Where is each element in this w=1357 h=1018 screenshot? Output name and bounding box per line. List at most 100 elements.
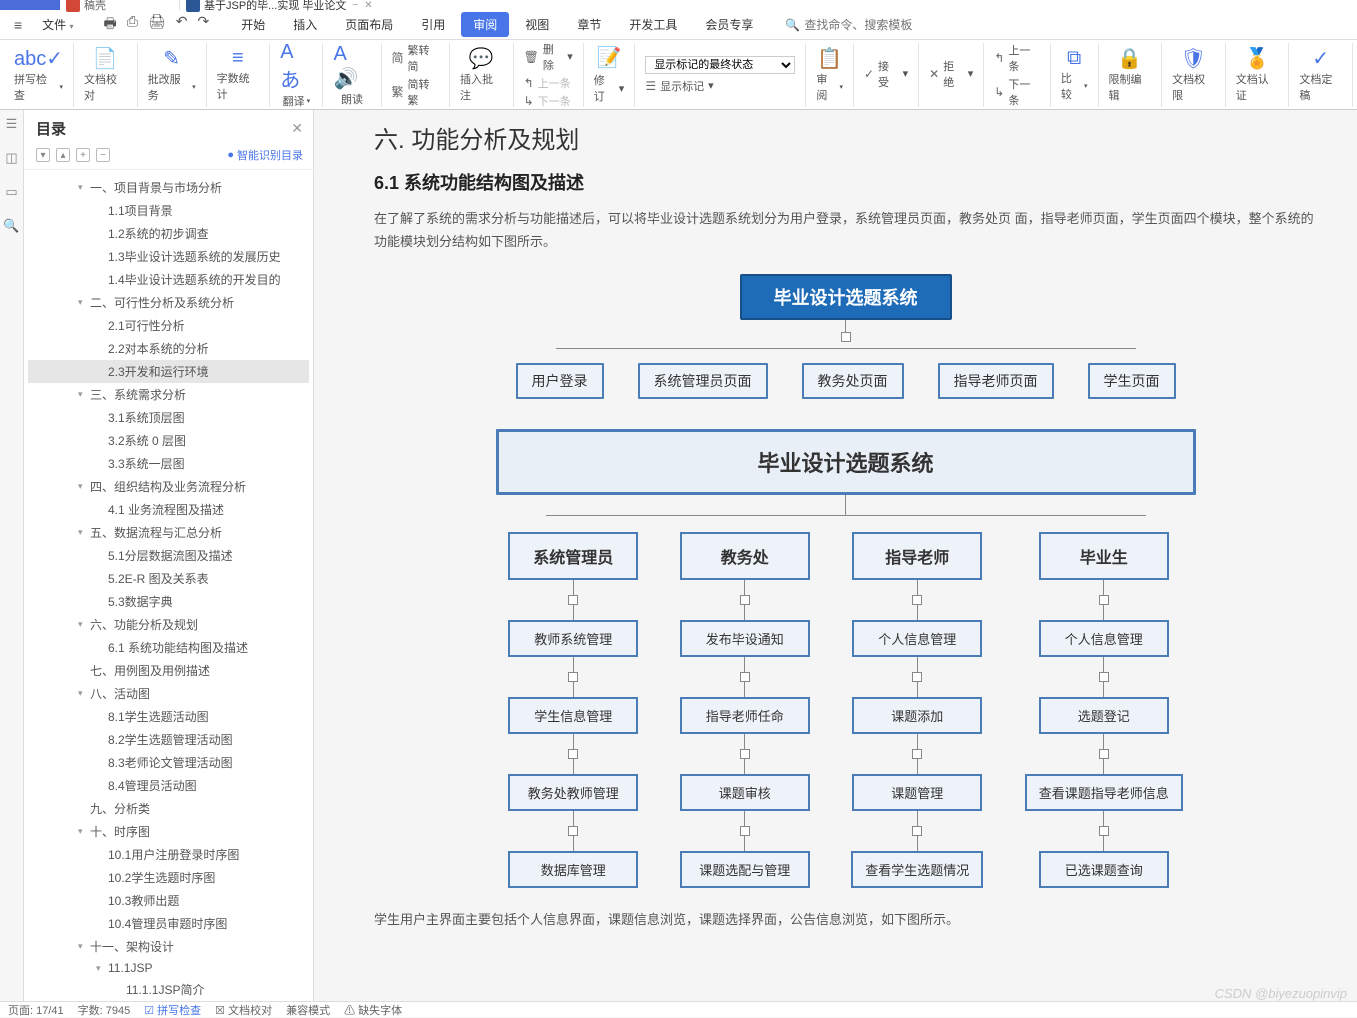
- readaloud-button[interactable]: A🔊朗读: [323, 43, 381, 107]
- outline-item[interactable]: 1.4毕业设计选题系统的开发目的: [28, 268, 309, 291]
- ribbon-tab-会员专享[interactable]: 会员专享: [693, 12, 765, 37]
- ribbon-tab-视图[interactable]: 视图: [513, 12, 561, 37]
- tab-document-1[interactable]: 稿壳: [60, 0, 180, 10]
- translate-button[interactable]: Aあ翻译▾: [270, 43, 323, 107]
- ribbon-tab-开始[interactable]: 开始: [229, 12, 277, 37]
- prev-comment-button[interactable]: ↰上一条: [524, 75, 571, 91]
- show-markup-button[interactable]: ☰显示标记▾: [645, 78, 713, 94]
- to-simplified-button[interactable]: 简繁转简: [392, 42, 439, 74]
- outline-item[interactable]: 10.2学生选题时序图: [28, 866, 309, 889]
- next-comment-button[interactable]: ↳下一条: [524, 93, 571, 109]
- approve-button[interactable]: ✎批改服务▾: [138, 43, 207, 107]
- outline-item[interactable]: 3.2系统 0 层图: [28, 429, 309, 452]
- outline-item[interactable]: 七、用例图及用例描述: [28, 659, 309, 682]
- outline-item[interactable]: ▾六、功能分析及规划: [28, 613, 309, 636]
- proof-status[interactable]: ☒ 文档校对: [215, 1002, 272, 1018]
- proofread-button[interactable]: 📄文档校对: [74, 43, 138, 107]
- spellcheck-status[interactable]: ☑ 拼写检查: [144, 1002, 201, 1018]
- smart-outline-button[interactable]: ●智能识别目录: [227, 147, 303, 163]
- tab-document-2[interactable]: 基于JSP的毕...实现 毕业论文 − ✕: [180, 0, 400, 10]
- ribbon-tab-插入[interactable]: 插入: [281, 12, 329, 37]
- outline-item[interactable]: ▾五、数据流程与汇总分析: [28, 521, 309, 544]
- wordcount-status[interactable]: 字数: 7945: [78, 1002, 131, 1018]
- tab-home[interactable]: [0, 0, 60, 10]
- add-icon[interactable]: +: [76, 148, 90, 162]
- outline-item[interactable]: 2.1可行性分析: [28, 314, 309, 337]
- reject-button[interactable]: ✕拒绝▾: [929, 58, 973, 90]
- close-icon[interactable]: ✕: [364, 0, 372, 11]
- missing-font-status[interactable]: ⚠ 缺失字体: [344, 1002, 402, 1018]
- outline-item[interactable]: ▾十一、架构设计: [28, 935, 309, 958]
- save-icon[interactable]: 🖶: [104, 13, 117, 37]
- spell-check-button[interactable]: abc✓拼写检查▾: [4, 43, 74, 107]
- collapse-icon[interactable]: ▾: [36, 148, 50, 162]
- outline-item[interactable]: 3.1系统顶层图: [28, 406, 309, 429]
- close-icon[interactable]: −: [352, 0, 358, 11]
- document-content[interactable]: 六. 功能分析及规划 6.1 系统功能结构图及描述 在了解了系统的需求分析与功能…: [314, 110, 1357, 1001]
- ribbon-tab-页面布局[interactable]: 页面布局: [333, 12, 405, 37]
- outline-item[interactable]: ▾11.1JSP: [28, 958, 309, 978]
- outline-item[interactable]: 1.3毕业设计选题系统的发展历史: [28, 245, 309, 268]
- close-icon[interactable]: ✕: [291, 120, 303, 137]
- layers-icon[interactable]: ◫: [5, 150, 17, 166]
- outline-item[interactable]: 1.2系统的初步调查: [28, 222, 309, 245]
- outline-item[interactable]: ▾四、组织结构及业务流程分析: [28, 475, 309, 498]
- review-pane-button[interactable]: 📋审阅▾: [806, 43, 854, 107]
- search-icon[interactable]: 🔍: [3, 218, 19, 234]
- restrict-edit-button[interactable]: 🔒限制编辑: [1099, 43, 1163, 107]
- outline-item[interactable]: 11.1.1JSP简介: [28, 978, 309, 1001]
- doc-certify-button[interactable]: 🏅文档认证: [1226, 43, 1290, 107]
- outline-item[interactable]: 8.2学生选题管理活动图: [28, 728, 309, 751]
- remove-icon[interactable]: −: [96, 148, 110, 162]
- prev-change-button[interactable]: ↰上一条: [994, 42, 1040, 74]
- ribbon-tab-开发工具[interactable]: 开发工具: [617, 12, 689, 37]
- outline-item[interactable]: 九、分析类: [28, 797, 309, 820]
- outline-item[interactable]: 3.3系统一层图: [28, 452, 309, 475]
- page-icon[interactable]: ▭: [5, 184, 17, 200]
- outline-item[interactable]: 5.3数据字典: [28, 590, 309, 613]
- preview-icon[interactable]: ⎙: [127, 13, 138, 37]
- redo-icon[interactable]: ↷: [197, 13, 209, 37]
- print-icon[interactable]: 🖨: [148, 13, 166, 37]
- accept-button[interactable]: ✓接受▾: [864, 58, 908, 90]
- outline-item[interactable]: ▾八、活动图: [28, 682, 309, 705]
- ribbon-tab-引用[interactable]: 引用: [409, 12, 457, 37]
- doc-permissions-button[interactable]: 🛡文档权限: [1162, 43, 1226, 107]
- expand-icon[interactable]: ▴: [56, 148, 70, 162]
- outline-item[interactable]: 10.4管理员审题时序图: [28, 912, 309, 935]
- menu-icon[interactable]: ≡: [8, 17, 28, 33]
- ribbon-tab-章节[interactable]: 章节: [565, 12, 613, 37]
- outline-tree[interactable]: ▾一、项目背景与市场分析1.1项目背景1.2系统的初步调查1.3毕业设计选题系统…: [24, 170, 313, 1001]
- insert-comment-button[interactable]: 💬插入批注: [450, 43, 514, 107]
- outline-item[interactable]: 2.2对本系统的分析: [28, 337, 309, 360]
- delete-comment-button[interactable]: 🗑删除▾: [524, 41, 573, 73]
- next-change-button[interactable]: ↳下一条: [994, 76, 1040, 108]
- to-traditional-button[interactable]: 繁简转繁: [392, 76, 439, 108]
- file-menu[interactable]: 文件 ▾: [32, 13, 83, 36]
- outline-icon[interactable]: ☰: [6, 116, 18, 132]
- outline-item[interactable]: 8.3老师论文管理活动图: [28, 751, 309, 774]
- outline-item[interactable]: 5.2E-R 图及关系表: [28, 567, 309, 590]
- compare-button[interactable]: ⧉比较▾: [1051, 43, 1099, 107]
- outline-item[interactable]: 5.1分层数据流图及描述: [28, 544, 309, 567]
- page-status[interactable]: 页面: 17/41: [8, 1002, 64, 1018]
- outline-item[interactable]: ▾三、系统需求分析: [28, 383, 309, 406]
- search-input[interactable]: [804, 18, 944, 32]
- markup-view-select[interactable]: 显示标记的最终状态: [645, 56, 795, 74]
- outline-item[interactable]: 10.1用户注册登录时序图: [28, 843, 309, 866]
- ribbon-tab-审阅[interactable]: 审阅: [461, 12, 509, 37]
- outline-item[interactable]: ▾十、时序图: [28, 820, 309, 843]
- outline-item[interactable]: 4.1 业务流程图及描述: [28, 498, 309, 521]
- doc-finalize-button[interactable]: ✓文档定稿: [1289, 43, 1353, 107]
- outline-item[interactable]: 2.3开发和运行环境: [28, 360, 309, 383]
- outline-item[interactable]: 6.1 系统功能结构图及描述: [28, 636, 309, 659]
- wordcount-button[interactable]: ≡字数统计: [207, 43, 271, 107]
- outline-item[interactable]: ▾一、项目背景与市场分析: [28, 176, 309, 199]
- outline-item[interactable]: 10.3教师出题: [28, 889, 309, 912]
- command-search[interactable]: 🔍: [785, 18, 944, 32]
- outline-item[interactable]: 8.1学生选题活动图: [28, 705, 309, 728]
- outline-item[interactable]: 1.1项目背景: [28, 199, 309, 222]
- outline-item[interactable]: 8.4管理员活动图: [28, 774, 309, 797]
- track-changes-button[interactable]: 修订▾: [594, 72, 625, 104]
- undo-icon[interactable]: ↶: [176, 13, 188, 37]
